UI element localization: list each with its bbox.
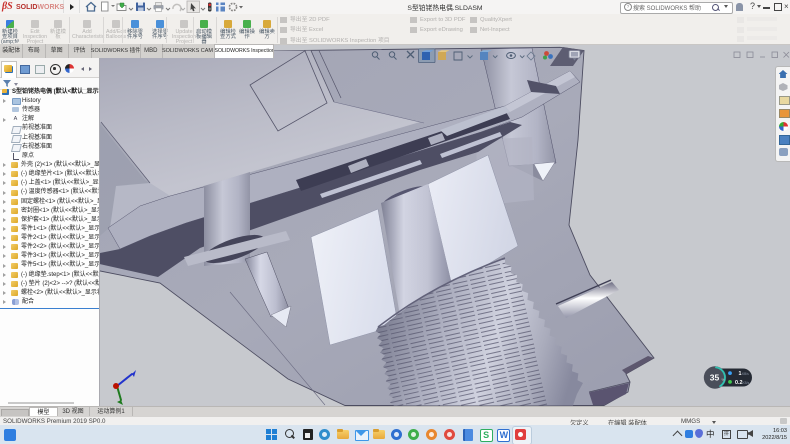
svg-text:0.2: 0.2 [735,380,743,386]
svg-text:%: % [722,378,725,382]
svg-text:KB/s: KB/s [743,381,750,385]
svg-text:KB/s: KB/s [742,372,749,376]
svg-text:35: 35 [710,373,720,383]
